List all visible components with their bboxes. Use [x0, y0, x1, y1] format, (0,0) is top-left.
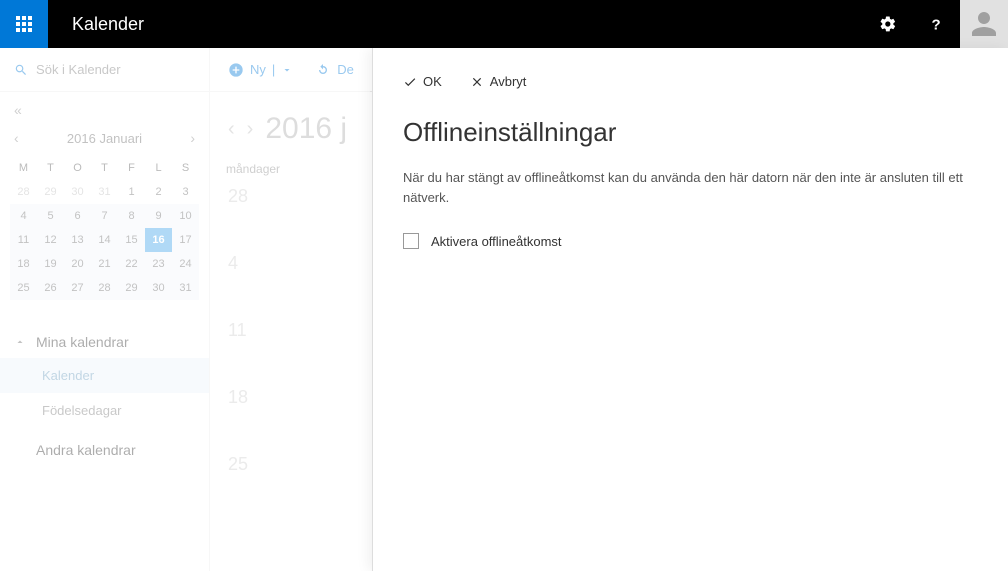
mini-cal-day[interactable]: 6 [64, 204, 91, 228]
mini-cal-day[interactable]: 23 [145, 252, 172, 276]
help-button[interactable]: ? [912, 0, 960, 48]
calendar-list-item[interactable]: Kalender [0, 358, 209, 393]
weekday-header: S [172, 156, 199, 180]
mini-cal-day[interactable]: 26 [37, 276, 64, 300]
mini-cal-day[interactable]: 1 [118, 180, 145, 204]
gear-icon [879, 15, 897, 33]
mini-cal-day[interactable]: 21 [91, 252, 118, 276]
flyout-description: När du har stängt av offlineåtkomst kan … [403, 168, 978, 207]
prev-month-button[interactable]: ‹ [14, 130, 19, 146]
weekday-header: L [145, 156, 172, 180]
mini-cal-day[interactable]: 18 [10, 252, 37, 276]
flyout-action-bar: OK Avbryt [403, 74, 978, 89]
app-launcher[interactable] [0, 0, 48, 48]
current-period-label: 2016 j [265, 112, 347, 146]
search-row[interactable] [0, 48, 209, 92]
other-calendars-label: Andra kalendrar [36, 442, 136, 458]
offline-checkbox[interactable] [403, 233, 419, 249]
waffle-icon [16, 16, 32, 32]
mini-cal-day[interactable]: 22 [118, 252, 145, 276]
mini-cal-day[interactable]: 29 [37, 180, 64, 204]
weekday-header: T [37, 156, 64, 180]
mini-cal-day[interactable]: 30 [145, 276, 172, 300]
next-period-button[interactable]: › [247, 118, 254, 141]
mini-cal-day[interactable]: 28 [10, 180, 37, 204]
flyout-title: Offlineinställningar [403, 117, 978, 148]
app-title: Kalender [72, 14, 144, 35]
ok-button[interactable]: OK [403, 74, 442, 89]
mini-cal-day[interactable]: 10 [172, 204, 199, 228]
mini-cal-day[interactable]: 9 [145, 204, 172, 228]
prev-period-button[interactable]: ‹ [228, 118, 235, 141]
mini-cal-day[interactable]: 14 [91, 228, 118, 252]
mini-cal-day[interactable]: 4 [10, 204, 37, 228]
mini-cal-day[interactable]: 5 [37, 204, 64, 228]
search-input[interactable] [36, 62, 195, 77]
mini-cal-day[interactable]: 31 [91, 180, 118, 204]
mini-cal-day[interactable]: 25 [10, 276, 37, 300]
mini-cal-day[interactable]: 19 [37, 252, 64, 276]
mini-cal-day[interactable]: 7 [91, 204, 118, 228]
mini-cal-day[interactable]: 31 [172, 276, 199, 300]
settings-flyout: OK Avbryt Offlineinställningar När du ha… [372, 48, 1008, 571]
mini-cal-day[interactable]: 8 [118, 204, 145, 228]
offline-checkbox-row[interactable]: Aktivera offlineåtkomst [403, 233, 978, 249]
new-event-label: Ny [250, 62, 266, 77]
mini-cal-day[interactable]: 3 [172, 180, 199, 204]
mini-cal-day[interactable]: 13 [64, 228, 91, 252]
mini-cal-day[interactable]: 27 [64, 276, 91, 300]
weekday-header: F [118, 156, 145, 180]
svg-text:?: ? [932, 16, 941, 33]
weekday-header: T [91, 156, 118, 180]
calendar-list-item[interactable]: Födelsedagar [0, 393, 209, 428]
mini-cal-collapse-row: « [0, 92, 209, 124]
person-icon [966, 6, 1002, 42]
check-icon [403, 75, 417, 89]
my-calendars-label: Mina kalendrar [36, 334, 129, 350]
other-calendars-toggle[interactable]: Andra kalendrar [0, 434, 209, 466]
mini-cal-day[interactable]: 2 [145, 180, 172, 204]
mini-cal-day[interactable]: 30 [64, 180, 91, 204]
mini-cal-day[interactable]: 24 [172, 252, 199, 276]
mini-calendar: MTOTFLS 28293031123456789101112131415161… [0, 156, 209, 300]
mini-cal-month-nav: ‹ 2016 Januari › [0, 124, 209, 156]
help-icon: ? [927, 15, 945, 33]
weekday-header: M [10, 156, 37, 180]
plus-circle-icon [228, 62, 244, 78]
my-calendars-toggle[interactable]: Mina kalendrar [0, 326, 209, 358]
my-calendars-section: Mina kalendrar KalenderFödelsedagar Andr… [0, 326, 209, 466]
mini-cal-day[interactable]: 15 [118, 228, 145, 252]
mini-cal-day[interactable]: 12 [37, 228, 64, 252]
left-sidebar: « ‹ 2016 Januari › MTOTFLS 2829303112345… [0, 48, 210, 571]
refresh-icon [315, 62, 331, 78]
cancel-button[interactable]: Avbryt [470, 74, 527, 89]
chevron-down-icon [281, 64, 293, 76]
user-avatar[interactable] [960, 0, 1008, 48]
close-icon [470, 75, 484, 89]
mini-cal-day[interactable]: 20 [64, 252, 91, 276]
new-event-button[interactable]: Ny | [228, 62, 293, 78]
share-button[interactable]: De [315, 62, 354, 78]
chevron-up-icon [14, 336, 26, 348]
chevron-double-left-icon[interactable]: « [14, 102, 22, 118]
next-month-button[interactable]: › [190, 130, 195, 146]
mini-cal-day[interactable]: 29 [118, 276, 145, 300]
top-bar: Kalender ? [0, 0, 1008, 48]
ok-label: OK [423, 74, 442, 89]
search-icon [14, 62, 28, 78]
mini-cal-day[interactable]: 28 [91, 276, 118, 300]
share-label: De [337, 62, 354, 77]
divider: | [272, 62, 275, 77]
cancel-label: Avbryt [490, 74, 527, 89]
offline-checkbox-label: Aktivera offlineåtkomst [431, 234, 562, 249]
settings-button[interactable] [864, 0, 912, 48]
mini-cal-day[interactable]: 16 [145, 228, 172, 252]
weekday-header: O [64, 156, 91, 180]
mini-cal-day[interactable]: 11 [10, 228, 37, 252]
mini-cal-title: 2016 Januari [67, 131, 142, 146]
mini-cal-day[interactable]: 17 [172, 228, 199, 252]
